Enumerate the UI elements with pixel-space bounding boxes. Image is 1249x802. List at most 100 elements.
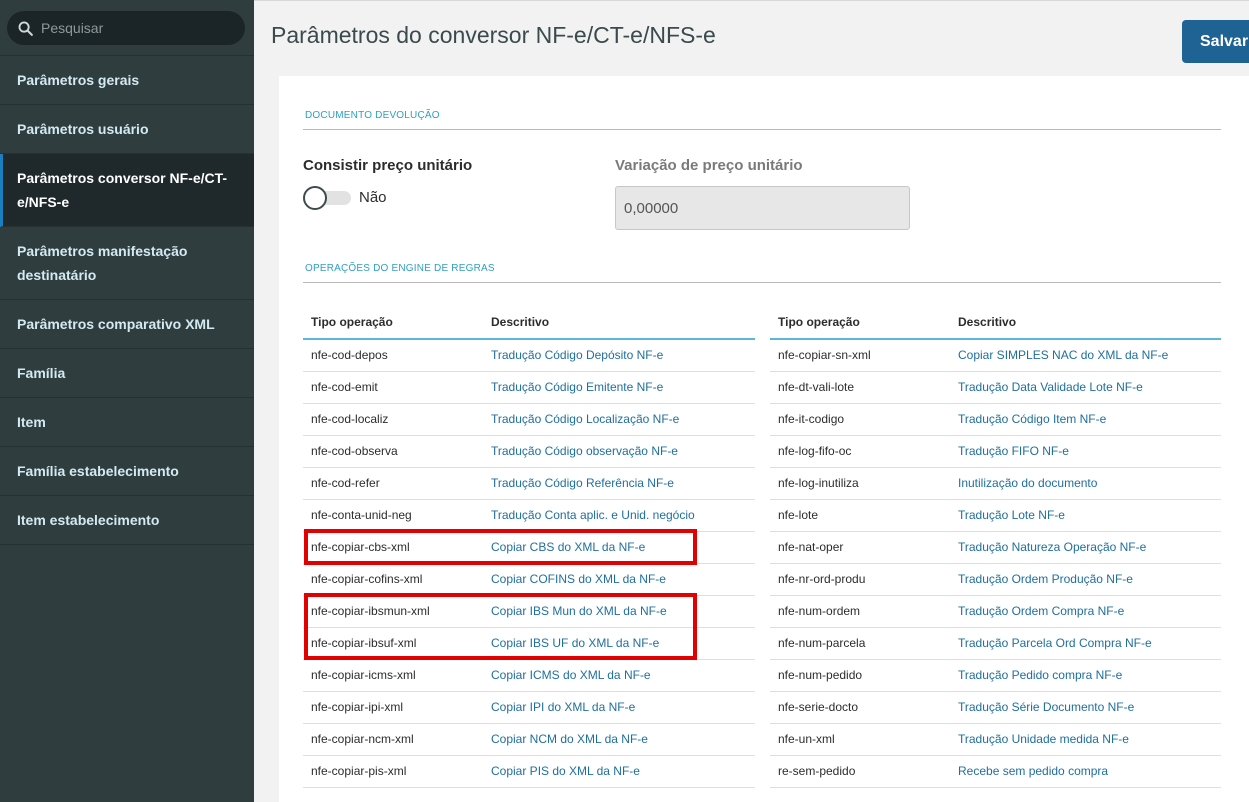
table-row[interactable]: nfe-copiar-ipi-xml Copiar IPI do XML da N… [303,691,755,724]
table-row[interactable]: nfe-copiar-cofins-xml Copiar COFINS do XM… [303,563,755,596]
sidebar-item-item-establishment[interactable]: Item estabelecimento [0,496,254,545]
operation-description-cell: Copiar ICMS do XML da NF-e [483,659,755,692]
operations-table-right: Tipo operação Descritivo nfe-copiar-sn-x… [770,306,1221,788]
table-row[interactable]: nfe-nr-ord-produ Tradução Ordem Produção … [770,563,1221,596]
table-header-row: Tipo operação Descritivo [770,306,1221,340]
search-input[interactable] [41,20,221,36]
save-button[interactable]: Salvar [1182,20,1249,63]
operation-description-link[interactable]: Tradução Pedido compra NF-e [958,668,1122,682]
table-row[interactable]: nfe-dt-vali-lote Tradução Data Validade L… [770,371,1221,404]
table-row[interactable]: nfe-copiar-ibsmun-xml Copiar IBS Mun do X… [303,595,755,628]
operation-description-cell: Copiar CBS do XML da NF-e [483,531,755,564]
operation-description-link[interactable]: Tradução Lote NF-e [958,508,1065,522]
operation-type-cell: nfe-it-codigo [770,403,950,436]
sidebar-item-user-params[interactable]: Parâmetros usuário [0,105,254,154]
table-row[interactable]: nfe-num-parcela Tradução Parcela Ord Comp… [770,627,1221,660]
operation-description-link[interactable]: Copiar CBS do XML da NF-e [491,540,645,554]
operation-type-cell: nfe-cod-observa [303,435,483,468]
operation-description-link[interactable]: Copiar IBS Mun do XML da NF-e [491,604,667,618]
sidebar-item-manifest-params[interactable]: Parâmetros manifestação destinatário [0,227,254,300]
operation-description-link[interactable]: Tradução FIFO NF-e [958,444,1069,458]
operation-description-cell: Tradução Código Item NF-e [950,403,1221,436]
table-row[interactable]: nfe-cod-observa Tradução Código observaçã… [303,435,755,468]
table-row[interactable]: nfe-cod-localiz Tradução Código Localizaç… [303,403,755,436]
operation-description-link[interactable]: Recebe sem pedido compra [958,764,1108,778]
check-price-toggle[interactable] [303,186,351,210]
operation-description-cell: Tradução Código Referência NF-e [483,467,755,500]
table-row[interactable]: nfe-copiar-icms-xml Copiar ICMS do XML da… [303,659,755,692]
sidebar-item-item[interactable]: Item [0,398,254,447]
table-row[interactable]: nfe-cod-refer Tradução Código Referência … [303,467,755,500]
operation-description-link[interactable]: Tradução Ordem Compra NF-e [958,604,1124,618]
operation-description-link[interactable]: Tradução Conta aplic. e Unid. negócio [491,508,695,522]
operation-description-cell: Tradução Natureza Operação NF-e [950,531,1221,564]
table-row[interactable]: nfe-copiar-pis-xml Copiar PIS do XML da N… [303,755,755,788]
section-divider [303,282,1221,283]
sidebar-item-general-params[interactable]: Parâmetros gerais [0,56,254,105]
table-row[interactable]: nfe-copiar-sn-xml Copiar SIMPLES NAC do X… [770,339,1221,372]
operation-type-cell: nfe-dt-vali-lote [770,371,950,404]
sidebar-item-family-establishment[interactable]: Família estabelecimento [0,447,254,496]
table-row[interactable]: nfe-cod-emit Tradução Código Emitente NF-… [303,371,755,404]
table-row[interactable]: re-sem-pedido Recebe sem pedido compra [770,755,1221,788]
table-row[interactable]: nfe-cod-depos Tradução Código Depósito NF… [303,339,755,372]
operation-type-cell: nfe-num-parcela [770,627,950,660]
sidebar-item-family[interactable]: Família [0,349,254,398]
table-row[interactable]: nfe-it-codigo Tradução Código Item NF-e [770,403,1221,436]
operation-type-cell: nfe-nr-ord-produ [770,563,950,596]
operation-description-cell: Tradução Código observação NF-e [483,435,755,468]
table-row[interactable]: nfe-copiar-ncm-xml Copiar NCM do XML da N… [303,723,755,756]
table-row[interactable]: nfe-conta-unid-neg Tradução Conta aplic. … [303,499,755,532]
sidebar-item-xml-comparison-params[interactable]: Parâmetros comparativo XML [0,300,254,349]
table-row[interactable]: nfe-log-inutiliza Inutilização do documen… [770,467,1221,500]
operation-type-cell: nfe-log-inutiliza [770,467,950,500]
operation-description-link[interactable]: Inutilização do documento [958,476,1097,490]
operation-description-cell: Copiar IBS UF do XML da NF-e [483,627,755,660]
operation-description-link[interactable]: Tradução Série Documento NF-e [958,700,1134,714]
operation-description-cell: Copiar PIS do XML da NF-e [483,755,755,788]
operation-description-cell: Tradução Código Depósito NF-e [483,339,755,372]
table-row[interactable]: nfe-nat-oper Tradução Natureza Operação N… [770,531,1221,564]
operation-description-link[interactable]: Copiar IPI do XML da NF-e [491,700,635,714]
sidebar-item-converter-params[interactable]: Parâmetros conversor NF-e/CT-e/NFS-e [0,154,254,227]
operation-description-link[interactable]: Tradução Parcela Ord Compra NF-e [958,636,1152,650]
table-row[interactable]: nfe-num-ordem Tradução Ordem Compra NF-e [770,595,1221,628]
operation-description-link[interactable]: Tradução Unidade medida NF-e [958,732,1129,746]
operation-description-cell: Tradução FIFO NF-e [950,435,1221,468]
table-row[interactable]: nfe-serie-docto Tradução Série Documento … [770,691,1221,724]
operation-description-cell: Copiar NCM do XML da NF-e [483,723,755,756]
operation-type-cell: nfe-copiar-sn-xml [770,339,950,372]
operation-description-link[interactable]: Tradução Código Emitente NF-e [491,380,663,394]
table-row[interactable]: nfe-num-pedido Tradução Pedido compra NF-… [770,659,1221,692]
operation-description-link[interactable]: Copiar NCM do XML da NF-e [491,732,648,746]
operation-description-cell: Tradução Conta aplic. e Unid. negócio [483,499,755,532]
price-variation-input[interactable] [615,186,910,230]
operation-description-link[interactable]: Tradução Código Referência NF-e [491,476,674,490]
table-row[interactable]: nfe-copiar-ibsuf-xml Copiar IBS UF do XML… [303,627,755,660]
operation-type-cell: nfe-num-pedido [770,659,950,692]
operation-description-link[interactable]: Tradução Data Validade Lote NF-e [958,380,1143,394]
search-box[interactable] [7,11,245,45]
table-row[interactable]: nfe-log-fifo-oc Tradução FIFO NF-e [770,435,1221,468]
table-row[interactable]: nfe-copiar-cbs-xml Copiar CBS do XML da N… [303,531,755,564]
operation-type-cell: nfe-copiar-cofins-xml [303,563,483,596]
operation-type-cell: nfe-cod-depos [303,339,483,372]
operation-description-link[interactable]: Copiar IBS UF do XML da NF-e [491,636,659,650]
operation-description-link[interactable]: Copiar PIS do XML da NF-e [491,764,640,778]
table-row[interactable]: nfe-lote Tradução Lote NF-e [770,499,1221,532]
operation-description-link[interactable]: Tradução Ordem Produção NF-e [958,572,1133,586]
operation-description-link[interactable]: Tradução Natureza Operação NF-e [958,540,1146,554]
table-row[interactable]: nfe-un-xml Tradução Unidade medida NF-e [770,723,1221,756]
operation-description-link[interactable]: Tradução Código Localização NF-e [491,412,679,426]
operation-description-cell: Inutilização do documento [950,467,1221,500]
toggle-value-label: Não [359,189,387,206]
operation-description-link[interactable]: Copiar SIMPLES NAC do XML da NF-e [958,348,1168,362]
operation-description-link[interactable]: Tradução Código Depósito NF-e [491,348,663,362]
operation-description-link[interactable]: Copiar ICMS do XML da NF-e [491,668,651,682]
operation-description-link[interactable]: Tradução Código observação NF-e [491,444,678,458]
sidebar: Parâmetros gerais Parâmetros usuário Par… [0,0,254,802]
operation-description-link[interactable]: Tradução Código Item NF-e [958,412,1106,426]
operation-description-link[interactable]: Copiar COFINS do XML da NF-e [491,572,666,586]
operation-type-cell: nfe-nat-oper [770,531,950,564]
operation-type-cell: nfe-copiar-ibsmun-xml [303,595,483,628]
